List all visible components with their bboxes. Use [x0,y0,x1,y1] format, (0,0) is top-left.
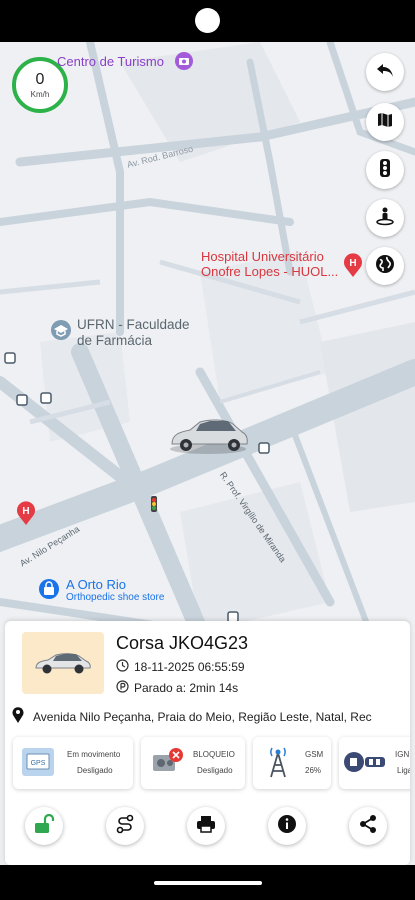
info-button[interactable] [268,807,306,845]
clock-icon [116,659,134,675]
back-icon [375,60,395,85]
street-view-icon [375,206,395,231]
poi-hospital-line2: Onofre Lopes - HUOL... [201,264,339,279]
route-icon [115,814,135,839]
svg-text:GPS: GPS [31,760,46,767]
engine-block-icon [149,747,185,784]
poi-tourism[interactable]: Centro de Turismo [57,51,194,74]
street-view-button[interactable] [366,199,404,237]
school-pin-icon[interactable] [50,319,72,346]
globe-button[interactable] [366,247,404,285]
status-card-ignition-value: Ligad [397,766,410,775]
route-button[interactable] [106,807,144,845]
poi-hospital-line1: Hospital Universitário [201,249,324,264]
speed-unit: Km/h [30,89,50,99]
vehicle-address-row: Avenida Nilo Peçanha, Praia do Meio, Reg… [11,706,409,727]
hospital-pin-icon[interactable]: H [342,252,364,283]
status-card-gsm-value: 26% [305,766,322,775]
map-icon [376,111,394,134]
poi-orto-label: A Orto Rio [66,577,126,592]
status-card-gsm[interactable]: GSM 26% [253,737,331,789]
status-card-block-value: Desligado [197,766,233,775]
status-cards-strip[interactable]: GPS Em movimento Desligado BLOQUEIO Desl… [9,733,410,795]
poi-tourism-label: Centro de Turismo [57,53,164,69]
camera-cutout [195,8,220,33]
vehicle-datetime: 18-11-2025 06:55:59 [134,660,245,674]
status-card-movement[interactable]: GPS Em movimento Desligado [13,737,133,789]
signal-tower-icon [265,745,291,784]
status-card-ignition-title: IGNIÇ [395,750,410,759]
print-button[interactable] [187,807,225,845]
home-indicator[interactable] [154,881,262,885]
ignition-key-icon [343,749,389,780]
poi-hospital[interactable]: Hospital Universitário Onofre Lopes - HU… [201,249,338,279]
traffic-icon [377,158,393,183]
vehicle-status: Parado a: 2min 14s [134,681,239,695]
printer-icon [196,814,216,839]
status-card-movement-value: Desligado [77,766,113,775]
vehicle-thumbnail[interactable] [22,632,104,694]
location-pin-icon [11,706,33,727]
vehicle-datetime-row: 18-11-2025 06:55:59 [116,659,245,675]
poi-faculty-line2: de Farmácia [77,333,153,348]
status-card-block[interactable]: BLOQUEIO Desligado [141,737,245,789]
traffic-button[interactable] [366,151,404,189]
app-screen: Centro de Turismo Hospital Universitário… [0,0,415,900]
hospital-pin-icon-2[interactable]: H [15,500,37,531]
status-bar [0,0,415,42]
vehicle-info-panel: Corsa JKO4G23 18-11-2025 06:55:59 Parado… [5,621,410,865]
unlock-icon [33,813,55,839]
poi-orto-sub: Orthopedic shoe store [66,592,165,603]
speed-value: 0 [35,70,45,88]
movement-icon: GPS [21,746,55,783]
poi-faculty[interactable]: UFRN - Faculdade de Farmácia [77,317,190,349]
info-icon [277,814,297,839]
globe-icon [375,254,395,279]
back-button[interactable] [366,53,404,91]
map-type-button[interactable] [366,103,404,141]
vehicle-name: Corsa JKO4G23 [116,633,249,653]
shopping-pin-icon[interactable] [38,578,60,605]
poi-orto[interactable]: A Orto Rio Orthopedic shoe store [66,577,164,603]
vehicle-status-row: Parado a: 2min 14s [116,680,238,696]
camera-pin-icon [174,51,194,74]
speedometer: 0 Km/h [12,57,68,113]
status-card-movement-title: Em movimento [67,750,121,759]
svg-text:H: H [22,506,29,517]
svg-text:H: H [349,258,356,269]
status-card-gsm-title: GSM [305,750,324,759]
poi-faculty-line1: UFRN - Faculdade [77,317,190,332]
status-card-block-title: BLOQUEIO [193,750,235,759]
system-nav-bar [0,865,415,900]
parked-icon [116,680,134,696]
unlock-button[interactable] [25,807,63,845]
share-icon [358,814,378,839]
status-card-ignition[interactable]: IGNIÇ Ligad [339,737,410,789]
share-button[interactable] [349,807,387,845]
vehicle-address: Avenida Nilo Peçanha, Praia do Meio, Reg… [33,709,372,724]
